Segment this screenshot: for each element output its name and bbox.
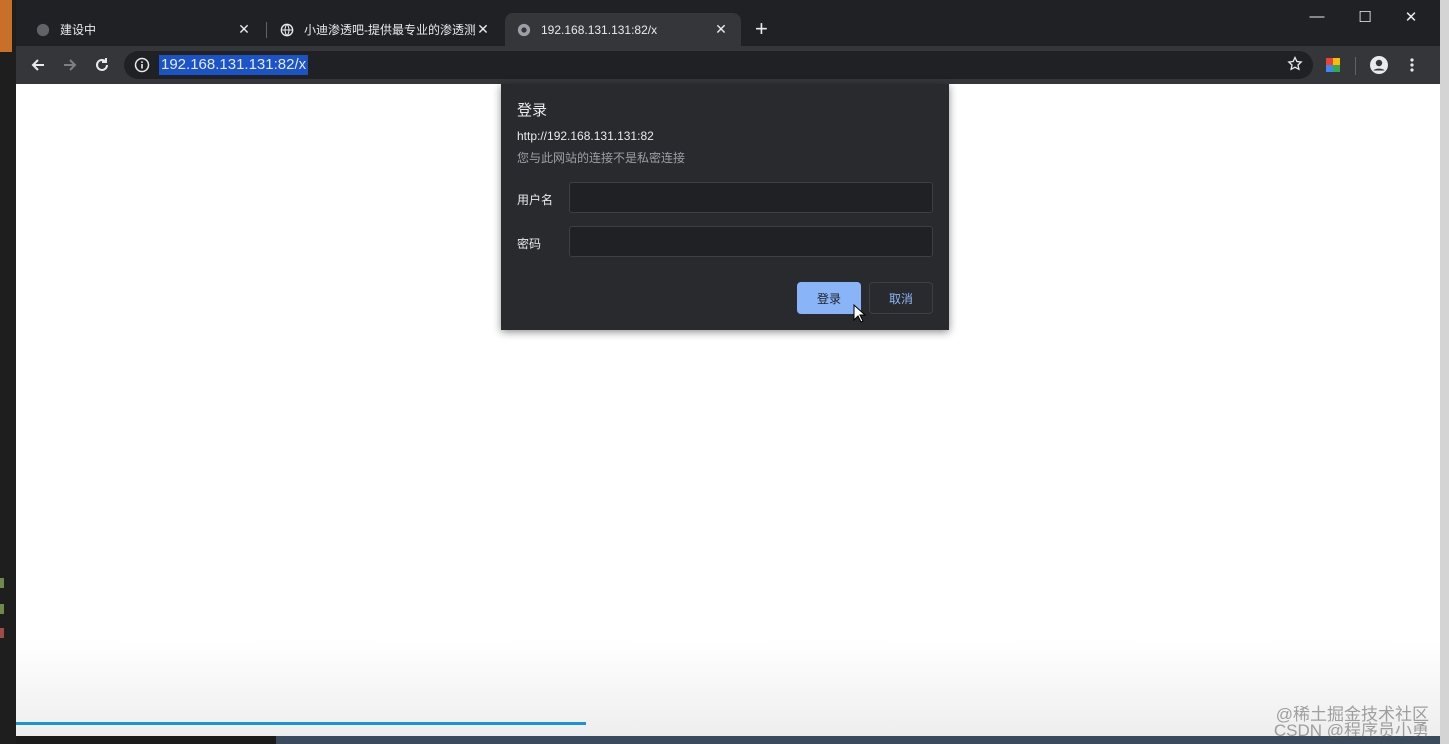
extension-icon[interactable] — [1326, 58, 1340, 72]
tab-divider — [266, 22, 267, 38]
page-load-progress-bar — [16, 722, 1440, 725]
close-tab-icon[interactable]: ✕ — [713, 21, 729, 38]
tab-xiaodi[interactable]: 小迪渗透吧-提供最专业的渗透测 ✕ — [268, 13, 503, 46]
new-tab-button[interactable]: + — [755, 17, 768, 41]
http-auth-dialog: 登录 http://192.168.131.131:82 您与此网站的连接不是私… — [501, 84, 949, 330]
reload-icon — [96, 58, 108, 71]
close-tab-icon[interactable]: ✕ — [475, 21, 491, 38]
desktop-right-edge — [1440, 0, 1449, 744]
tab-title: 小迪渗透吧-提供最专业的渗透测 — [304, 23, 475, 37]
connection-warning: 您与此网站的连接不是私密连接 — [517, 151, 686, 165]
dialog-origin: http://192.168.131.131:82 — [517, 129, 654, 143]
maximize-icon[interactable]: ☐ — [1351, 8, 1379, 26]
password-label: 密码 — [517, 237, 542, 251]
url-text[interactable]: 192.168.131.131:82/x — [159, 55, 309, 75]
dialog-title: 登录 — [517, 102, 548, 119]
close-window-icon[interactable]: ✕ — [1397, 8, 1425, 26]
progress-fill — [16, 722, 586, 725]
forward-button[interactable] — [58, 53, 82, 77]
watermark-csdn: CSDN @程序员小勇 — [1273, 721, 1429, 740]
login-button[interactable]: 登录 — [797, 282, 861, 314]
globe-icon — [280, 23, 294, 36]
address-bar[interactable]: 192.168.131.131:82/x — [124, 51, 1313, 79]
close-tab-icon[interactable]: ✕ — [236, 21, 252, 38]
toolbar-divider — [1355, 57, 1356, 75]
globe-icon — [36, 23, 50, 36]
tab-active[interactable]: 192.168.131.131:82/x ✕ — [505, 13, 741, 46]
tab-strip: 建设中 ✕ 小迪渗透吧-提供最专业的渗透测 ✕ 192.168.131.131:… — [16, 0, 1440, 46]
back-arrow-icon — [31, 59, 44, 71]
back-button[interactable] — [26, 53, 50, 77]
tab-title: 192.168.131.131:82/x — [541, 22, 658, 37]
profile-avatar-icon[interactable] — [1369, 55, 1389, 75]
desktop-left-edge — [0, 0, 16, 744]
username-input[interactable] — [569, 182, 933, 213]
reload-button[interactable] — [90, 53, 114, 77]
taskbar — [276, 736, 1440, 744]
desktop-icon — [0, 604, 4, 614]
globe-icon — [517, 23, 531, 36]
tab-title: 建设中 — [60, 23, 97, 37]
site-info-icon[interactable] — [134, 57, 150, 73]
password-input[interactable] — [569, 226, 933, 257]
browser-window: 建设中 ✕ 小迪渗透吧-提供最专业的渗透测 ✕ 192.168.131.131:… — [16, 0, 1440, 736]
toolbar: 192.168.131.131:82/x — [16, 46, 1440, 84]
tab-construction[interactable]: 建设中 ✕ — [24, 13, 264, 46]
desktop-app-icon — [0, 0, 12, 52]
forward-arrow-icon — [64, 59, 77, 71]
desktop-icon — [0, 628, 4, 638]
username-label: 用户名 — [517, 193, 554, 207]
bookmark-star-icon[interactable] — [1287, 56, 1303, 72]
desktop-icon — [0, 578, 4, 588]
menu-dots-icon[interactable] — [1404, 57, 1420, 73]
cancel-button[interactable]: 取消 — [869, 282, 933, 314]
mouse-cursor-icon — [853, 304, 867, 323]
minimize-icon[interactable]: — — [1303, 8, 1331, 25]
